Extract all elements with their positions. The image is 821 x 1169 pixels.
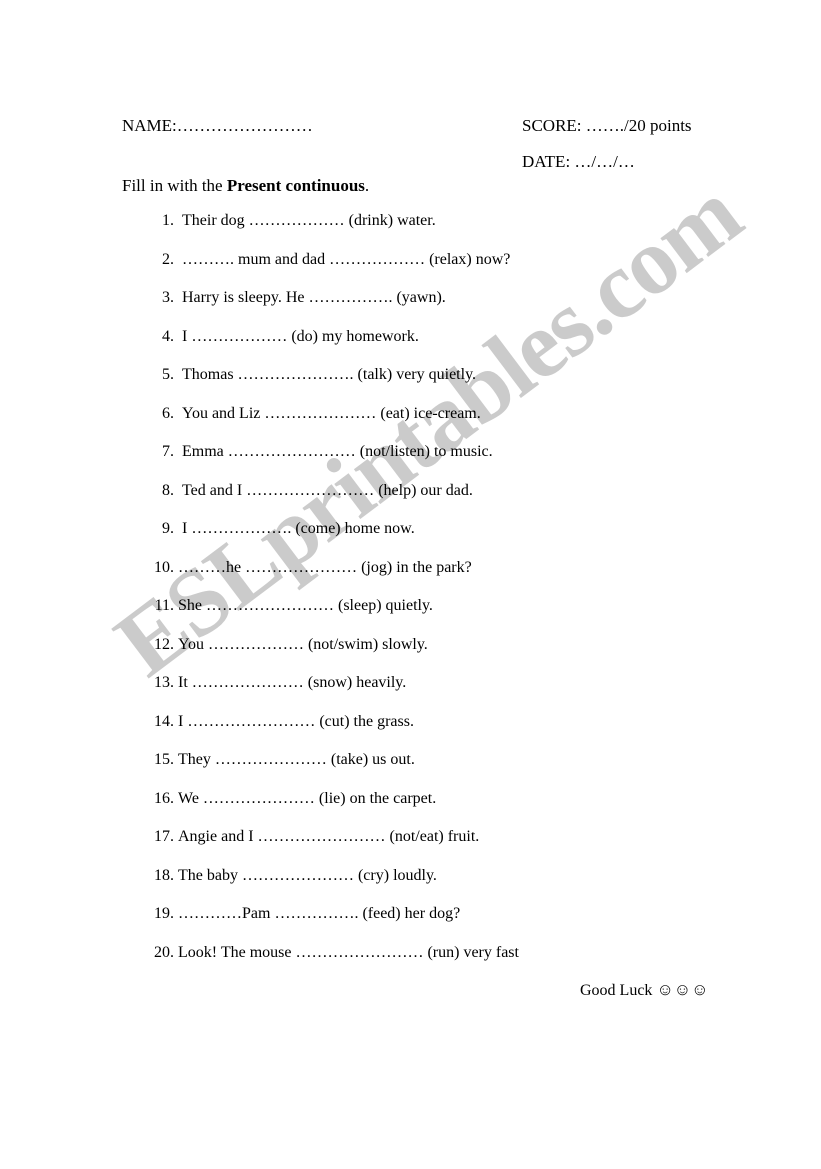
- question-text: We ………………… (lie) on the carpet.: [178, 789, 437, 807]
- question-text: Angie and I …………………… (not/eat) fruit.: [178, 828, 480, 845]
- question-item: 4. I ……………… (do) my homework.: [144, 328, 744, 367]
- question-number: 2.: [162, 250, 174, 268]
- question-text: Harry is sleepy. He ……………. (yawn).: [182, 289, 446, 306]
- question-item: 17. Angie and I …………………… (not/eat) fruit.: [144, 828, 744, 867]
- question-text: She …………………… (sleep) quietly.: [178, 597, 433, 614]
- question-text: I …………………… (cut) the grass.: [178, 712, 414, 730]
- question-item: 1. Their dog ……………… (drink) water.: [144, 212, 744, 251]
- question-number: 15.: [154, 751, 174, 768]
- worksheet-page: NAME:…………………… SCORE: ……./20 points DATE:…: [0, 0, 821, 1169]
- question-number: 20.: [154, 943, 174, 961]
- question-number: 18.: [154, 866, 174, 884]
- question-text: I ……………… (do) my homework.: [182, 327, 419, 345]
- question-text: Thomas …………………. (talk) very quietly.: [182, 366, 477, 383]
- question-text: The baby ………………… (cry) loudly.: [178, 866, 437, 884]
- good-luck-text: Good Luck: [580, 982, 657, 999]
- question-text: It ………………… (snow) heavily.: [178, 674, 407, 691]
- question-item: 16. We ………………… (lie) on the carpet.: [144, 790, 744, 829]
- question-text: You ……………… (not/swim) slowly.: [178, 635, 428, 653]
- question-item: 19. …………Pam ……………. (feed) her dog?: [144, 905, 744, 944]
- question-number: 10.: [154, 558, 174, 576]
- question-text: I ………………. (come) home now.: [182, 520, 415, 537]
- smiley-face-icon: ☺☺☺: [656, 980, 709, 999]
- question-list: 1. Their dog ……………… (drink) water. 2. ……….…: [144, 212, 744, 982]
- instruction-line: Fill in with the Present continuous.: [122, 176, 369, 196]
- score-field-label: SCORE: ……./20 points: [522, 116, 692, 135]
- date-field-label: DATE: …/…/…: [522, 152, 635, 171]
- question-item: 3. Harry is sleepy. He ……………. (yawn).: [144, 289, 744, 328]
- question-text: Emma …………………… (not/listen) to music.: [182, 443, 493, 460]
- question-number: 12.: [154, 635, 174, 653]
- question-number: 3.: [162, 289, 174, 306]
- question-text: Ted and I …………………… (help) our dad.: [182, 481, 473, 499]
- instruction-emphasis: Present continuous: [226, 176, 365, 195]
- name-field-label: NAME:……………………: [122, 116, 313, 135]
- question-item: 18. The baby ………………… (cry) loudly.: [144, 867, 744, 906]
- question-text: You and Liz ………………… (eat) ice-cream.: [182, 404, 481, 422]
- question-number: 9.: [162, 520, 174, 537]
- instruction-suffix: .: [364, 176, 370, 195]
- question-item: 2. ………. mum and dad ……………… (relax) now?: [144, 251, 744, 290]
- question-number: 6.: [162, 404, 174, 422]
- question-text: Look! The mouse …………………… (run) very fast: [178, 943, 519, 961]
- question-text: They ………………… (take) us out.: [178, 751, 415, 768]
- question-item: 12. You ……………… (not/swim) slowly.: [144, 636, 744, 675]
- question-item: 15. They ………………… (take) us out.: [144, 751, 744, 790]
- instruction-prefix: Fill in with the: [122, 176, 227, 195]
- question-number: 4.: [162, 327, 174, 345]
- question-item: 14. I …………………… (cut) the grass.: [144, 713, 744, 752]
- question-text: ………he ………………… (jog) in the park?: [178, 558, 472, 576]
- question-item: 8. Ted and I …………………… (help) our dad.: [144, 482, 744, 521]
- question-number: 16.: [154, 789, 174, 807]
- question-item: 6. You and Liz ………………… (eat) ice-cream.: [144, 405, 744, 444]
- question-text: ………. mum and dad ……………… (relax) now?: [182, 250, 511, 268]
- question-item: 5. Thomas …………………. (talk) very quietly.: [144, 366, 744, 405]
- question-number: 1.: [162, 212, 174, 229]
- question-number: 14.: [154, 712, 174, 730]
- question-text: …………Pam ……………. (feed) her dog?: [178, 905, 461, 922]
- question-item: 20. Look! The mouse …………………… (run) very f…: [144, 944, 744, 983]
- footer-note: Good Luck ☺☺☺: [580, 980, 709, 1000]
- question-item: 9. I ………………. (come) home now.: [144, 520, 744, 559]
- question-item: 7. Emma …………………… (not/listen) to music.: [144, 443, 744, 482]
- question-item: 13. It ………………… (snow) heavily.: [144, 674, 744, 713]
- question-number: 13.: [154, 674, 174, 691]
- question-number: 19.: [154, 905, 174, 922]
- question-item: 11. She …………………… (sleep) quietly.: [144, 597, 744, 636]
- question-number: 11.: [154, 597, 174, 614]
- question-text: Their dog ……………… (drink) water.: [182, 212, 436, 229]
- question-number: 5.: [162, 366, 174, 383]
- question-item: 10. ………he ………………… (jog) in the park?: [144, 559, 744, 598]
- header-row-one: NAME:…………………… SCORE: ……./20 points: [122, 116, 702, 152]
- question-number: 8.: [162, 481, 174, 499]
- question-number: 17.: [154, 828, 174, 845]
- question-number: 7.: [162, 443, 174, 460]
